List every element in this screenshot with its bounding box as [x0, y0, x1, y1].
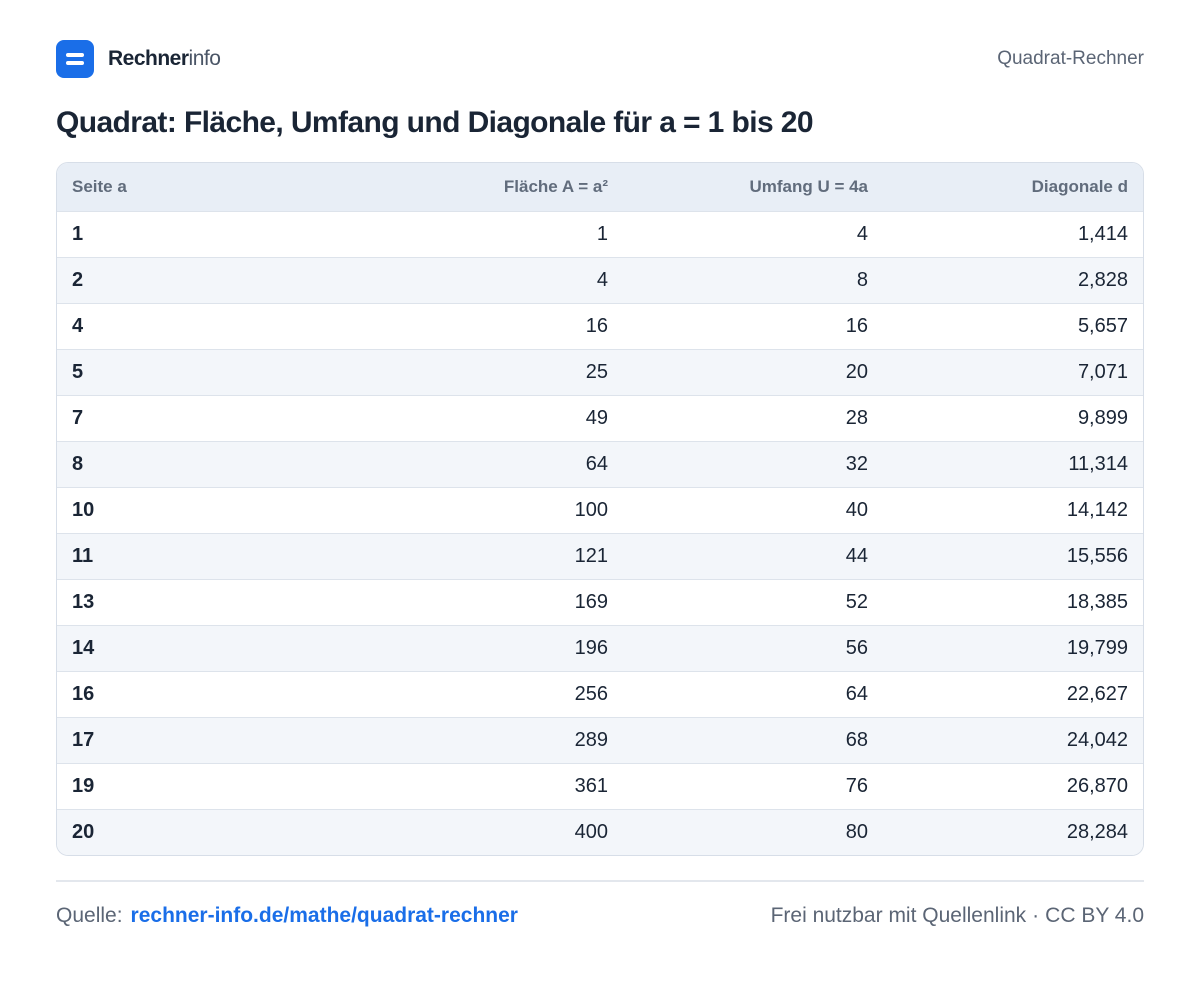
- cell-area: 49: [585, 406, 608, 429]
- brand-name-light: info: [188, 47, 221, 70]
- table-row: 7 49 28 9,899: [57, 395, 1143, 441]
- cell-area: 169: [574, 590, 608, 613]
- cell-perimeter: 20: [845, 360, 868, 383]
- table-row: 2 4 8 2,828: [57, 257, 1143, 303]
- footer-divider: [56, 880, 1144, 882]
- site-header: Rechnerinfo Quadrat-Rechner: [56, 40, 1144, 78]
- table-row: 19 361 76 26,870: [57, 763, 1143, 809]
- table-row: 20 400 80 28,284: [57, 809, 1143, 855]
- cell-diagonal: 26,870: [1066, 774, 1128, 797]
- cell-side: 16: [72, 682, 95, 705]
- table-row: 5 25 20 7,071: [57, 349, 1143, 395]
- cell-area: 1: [596, 222, 608, 245]
- brand-name-strong: Rechner: [108, 47, 189, 70]
- cell-perimeter: 8: [856, 268, 868, 291]
- page-title: Quadrat: Fläche, Umfang und Diagonale fü…: [56, 106, 814, 139]
- cell-diagonal: 1,414: [1077, 222, 1128, 245]
- cell-perimeter: 4: [856, 222, 868, 245]
- cell-side: 4: [72, 314, 84, 337]
- cell-perimeter: 32: [845, 452, 868, 475]
- table-row: 16 256 64 22,627: [57, 671, 1143, 717]
- values-table-container: Seite a Fläche A = a² Umfang U = 4a Diag…: [56, 162, 1144, 856]
- cell-area: 100: [574, 498, 608, 521]
- calculator-label: Quadrat-Rechner: [997, 48, 1144, 69]
- table-row: 1 1 4 1,414: [57, 211, 1143, 257]
- brand[interactable]: Rechnerinfo: [56, 40, 221, 78]
- cell-diagonal: 24,042: [1066, 728, 1128, 751]
- brand-name: Rechnerinfo: [108, 47, 221, 71]
- license-separator: ·: [1032, 904, 1040, 927]
- cell-side: 20: [72, 820, 95, 843]
- cell-side: 14: [72, 636, 95, 659]
- cell-perimeter: 28: [845, 406, 868, 429]
- column-header-diagonal: Diagonale d: [1031, 176, 1128, 196]
- cell-diagonal: 18,385: [1066, 590, 1128, 613]
- cell-perimeter: 80: [845, 820, 868, 843]
- cell-diagonal: 14,142: [1066, 498, 1128, 521]
- cell-side: 8: [72, 452, 84, 475]
- cell-perimeter: 40: [845, 498, 868, 521]
- table-row: 8 64 32 11,314: [57, 441, 1143, 487]
- cell-side: 7: [72, 406, 84, 429]
- cell-diagonal: 11,314: [1068, 452, 1128, 475]
- cell-area: 196: [574, 636, 608, 659]
- cell-perimeter: 64: [845, 682, 868, 705]
- cell-perimeter: 76: [845, 774, 868, 797]
- source-label: Quelle:: [56, 904, 123, 927]
- source-link[interactable]: rechner-info.de/mathe/quadrat-rechner: [131, 904, 518, 927]
- cell-area: 64: [585, 452, 608, 475]
- license-text: Frei nutzbar mit Quellenlink: [770, 904, 1027, 927]
- cell-diagonal: 22,627: [1066, 682, 1128, 705]
- rechnerinfo-logo-icon: [56, 40, 94, 78]
- license: Frei nutzbar mit Quellenlink · CC BY 4.0: [771, 904, 1144, 928]
- footer: Quelle: rechner-info.de/mathe/quadrat-rec…: [56, 904, 1144, 928]
- cell-area: 256: [574, 682, 608, 705]
- table-header-row: Seite a Fläche A = a² Umfang U = 4a Diag…: [57, 163, 1143, 211]
- column-header-area: Fläche A = a²: [503, 176, 608, 196]
- table-row: 4 16 16 5,657: [57, 303, 1143, 349]
- cell-perimeter: 16: [845, 314, 868, 337]
- column-header-side: Seite a: [72, 176, 127, 196]
- cell-diagonal: 19,799: [1066, 636, 1128, 659]
- source: Quelle: rechner-info.de/mathe/quadrat-rec…: [56, 904, 518, 928]
- column-header-perimeter: Umfang U = 4a: [749, 176, 868, 196]
- cell-side: 19: [72, 774, 95, 797]
- values-table: Seite a Fläche A = a² Umfang U = 4a Diag…: [57, 163, 1143, 855]
- cell-side: 13: [72, 590, 95, 613]
- table-row: 17 289 68 24,042: [57, 717, 1143, 763]
- table-row: 10 100 40 14,142: [57, 487, 1143, 533]
- cell-area: 16: [585, 314, 608, 337]
- cell-diagonal: 15,556: [1066, 544, 1128, 567]
- cell-area: 121: [574, 544, 608, 567]
- cell-area: 289: [574, 728, 608, 751]
- table-row: 14 196 56 19,799: [57, 625, 1143, 671]
- cell-side: 17: [72, 728, 95, 751]
- cell-side: 11: [72, 544, 94, 567]
- cell-diagonal: 28,284: [1066, 820, 1128, 843]
- cell-perimeter: 52: [845, 590, 868, 613]
- cell-side: 2: [72, 268, 84, 291]
- cell-diagonal: 7,071: [1077, 360, 1128, 383]
- cell-side: 5: [72, 360, 84, 383]
- cell-perimeter: 56: [845, 636, 868, 659]
- cell-area: 25: [585, 360, 608, 383]
- cell-diagonal: 5,657: [1077, 314, 1128, 337]
- table-row: 13 169 52 18,385: [57, 579, 1143, 625]
- cell-side: 10: [72, 498, 95, 521]
- cell-area: 400: [574, 820, 608, 843]
- cell-perimeter: 68: [845, 728, 868, 751]
- cell-perimeter: 44: [845, 544, 868, 567]
- cell-area: 361: [574, 774, 608, 797]
- license-name: CC BY 4.0: [1045, 904, 1144, 927]
- cell-diagonal: 9,899: [1077, 406, 1128, 429]
- cell-diagonal: 2,828: [1077, 268, 1128, 291]
- cell-area: 4: [596, 268, 608, 291]
- cell-side: 1: [72, 222, 84, 245]
- table-row: 11 121 44 15,556: [57, 533, 1143, 579]
